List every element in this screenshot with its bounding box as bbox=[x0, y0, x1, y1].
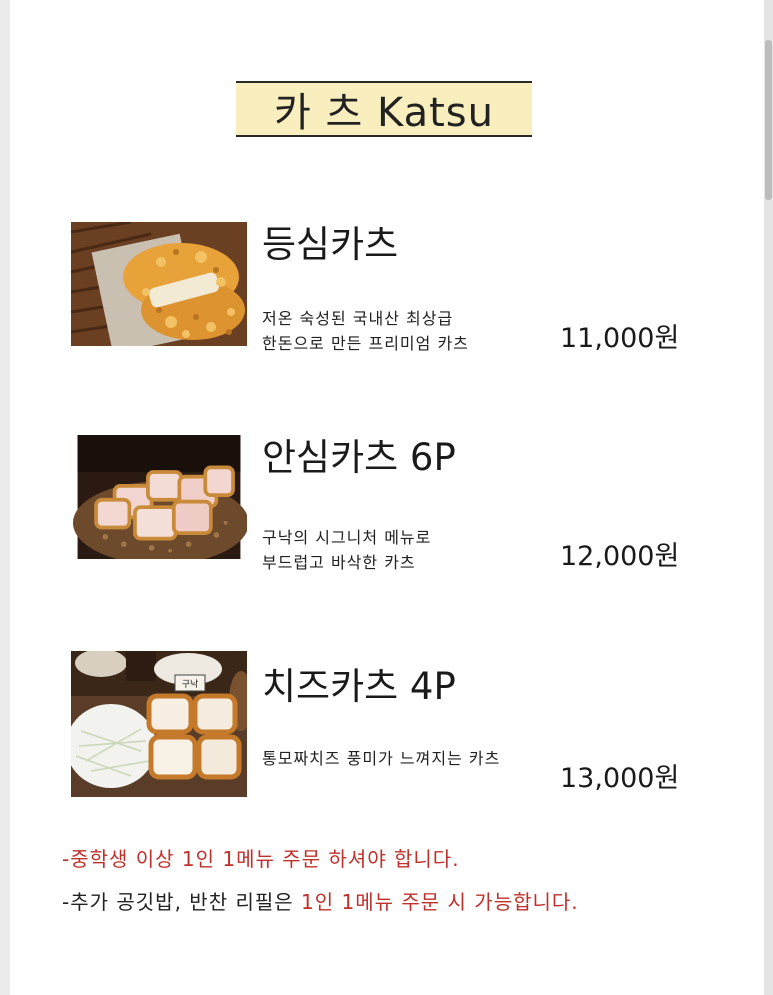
cheese-katsu-image: 구낙 bbox=[71, 651, 247, 797]
desc-line: 구낙의 시그니처 메뉴로 bbox=[262, 528, 432, 547]
price-tenderloin-katsu: 12,000원 bbox=[560, 541, 680, 572]
loin-katsu-image bbox=[71, 222, 247, 346]
desc-line: 저온 숙성된 국내산 최상급 bbox=[262, 309, 454, 328]
notice-refill: -추가 공깃밥, 반찬 리필은 1인 1메뉴 주문 시 가능합니다. bbox=[62, 886, 579, 915]
desc-line: 한돈으로 만든 프리미엄 카츠 bbox=[262, 334, 469, 353]
tenderloin-katsu-photo bbox=[71, 435, 247, 559]
menu-title-box: 카 츠 Katsu bbox=[236, 81, 532, 137]
cheese-katsu-photo: 구낙 bbox=[71, 651, 247, 797]
menu-title: 카 츠 Katsu bbox=[274, 90, 494, 136]
price-loin-katsu: 11,000원 bbox=[560, 323, 680, 354]
desc-line: 부드럽고 바삭한 카츠 bbox=[262, 553, 416, 572]
scrollbar-thumb[interactable] bbox=[765, 40, 772, 200]
item-desc-loin-katsu: 저온 숙성된 국내산 최상급 한돈으로 만든 프리미엄 카츠 bbox=[262, 306, 469, 356]
menu-page: 카 츠 Katsu 등심카츠 저온 숙성된 국내산 최상급 한돈으로 만든 프리… bbox=[10, 0, 764, 995]
scrollbar[interactable] bbox=[764, 0, 773, 995]
item-desc-tenderloin-katsu: 구낙의 시그니처 메뉴로 부드럽고 바삭한 카츠 bbox=[262, 525, 431, 575]
notice-refill-prefix: -추가 공깃밥, 반찬 리필은 bbox=[62, 890, 302, 914]
item-name-loin-katsu: 등심카츠 bbox=[262, 223, 399, 266]
photo-label: 구낙 bbox=[182, 679, 199, 690]
item-name-tenderloin-katsu: 안심카츠 6P bbox=[262, 436, 456, 479]
price-cheese-katsu: 13,000원 bbox=[560, 763, 680, 794]
item-desc-cheese-katsu: 통모짜치즈 풍미가 느껴지는 카츠 bbox=[262, 746, 500, 771]
notice-one-menu-per-person: -중학생 이상 1인 1메뉴 주문 하셔야 합니다. bbox=[62, 847, 460, 871]
loin-katsu-photo bbox=[71, 222, 247, 346]
notice-refill-highlight: 1인 1메뉴 주문 시 가능합니다. bbox=[301, 890, 579, 914]
tenderloin-katsu-image bbox=[72, 435, 247, 559]
desc-line: 통모짜치즈 풍미가 느껴지는 카츠 bbox=[262, 749, 501, 768]
item-name-cheese-katsu: 치즈카츠 4P bbox=[262, 665, 456, 708]
